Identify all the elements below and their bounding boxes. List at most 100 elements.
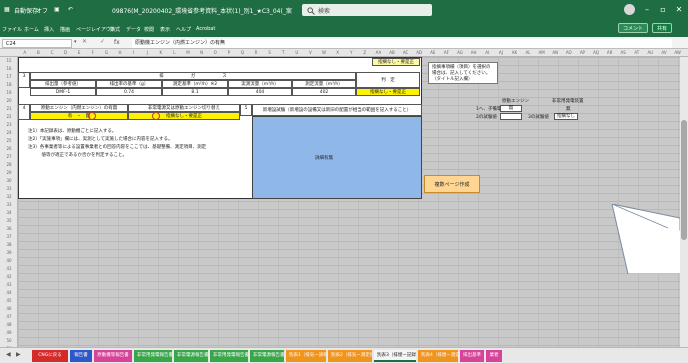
row-header[interactable]: 41 [0, 265, 18, 273]
right-row2-box[interactable] [500, 113, 522, 120]
column-header[interactable]: AD [412, 49, 426, 57]
ribbon-tab-2[interactable]: 挿入 [44, 26, 54, 33]
row-header[interactable]: 24 [0, 129, 18, 137]
maximize-button[interactable]: ▫ [656, 4, 670, 16]
section4-value-left[interactable]: 有 ・ 無 [30, 112, 128, 120]
right-row1-box[interactable]: 無 [500, 105, 522, 112]
column-header[interactable]: AS [616, 49, 630, 57]
sheet-tab-3[interactable]: 非常用発電報告書 [134, 350, 172, 362]
row-header[interactable]: 43 [0, 281, 18, 289]
create-multiple-pages-button[interactable]: 複数ページ作成 [424, 175, 480, 193]
section3-val2[interactable]: 0.74 [96, 88, 162, 96]
column-header[interactable]: V [304, 49, 318, 57]
column-header[interactable]: P [222, 49, 236, 57]
column-header[interactable]: H [113, 49, 127, 57]
row-header[interactable]: 16 [0, 65, 18, 73]
column-header[interactable]: X [331, 49, 345, 57]
row-header[interactable]: 15 [0, 57, 18, 65]
column-header[interactable]: AQ [589, 49, 603, 57]
top-judgment-cell[interactable]: 指摘なし・要是正 [372, 58, 420, 66]
column-header[interactable]: AT [630, 49, 644, 57]
minimize-button[interactable]: – [640, 4, 654, 16]
row-header[interactable]: 26 [0, 145, 18, 153]
row-header[interactable]: 37 [0, 233, 18, 241]
row-header[interactable]: 32 [0, 193, 18, 201]
enter-icon[interactable]: ✓ [100, 38, 105, 45]
share-button[interactable]: 共有 [652, 23, 673, 33]
sheet-tab-6[interactable]: 非常電源報告書 [250, 350, 284, 362]
row-header[interactable]: 19 [0, 89, 18, 97]
column-header[interactable]: AE [426, 49, 440, 57]
row-header[interactable]: 47 [0, 313, 18, 321]
column-header[interactable]: G [100, 49, 114, 57]
column-header[interactable]: S [263, 49, 277, 57]
name-box[interactable]: C24 [2, 39, 72, 48]
row-header[interactable]: 17 [0, 73, 18, 81]
ribbon-tab-8[interactable]: 表示 [160, 26, 170, 33]
row-header[interactable]: 34 [0, 209, 18, 217]
details-box[interactable]: 詳細有無 [252, 116, 422, 199]
row-header[interactable]: 50 [0, 337, 18, 345]
ribbon-tab-7[interactable]: 校閲 [144, 26, 154, 33]
comments-button[interactable]: コメント [618, 23, 649, 33]
callout-shape[interactable] [608, 204, 688, 274]
column-header[interactable]: I [127, 49, 141, 57]
sheet-tab-2[interactable]: 原動機等報告書 [94, 350, 132, 362]
tab-next-icon[interactable]: ▶ [16, 351, 21, 358]
row-header[interactable]: 35 [0, 217, 18, 225]
section3-val4[interactable]: 404 [228, 88, 292, 96]
column-header[interactable]: E [72, 49, 86, 57]
sheet-tab-1[interactable]: 報告書 [70, 350, 92, 362]
column-header[interactable]: AP [576, 49, 590, 57]
column-header[interactable]: AO [562, 49, 576, 57]
sheet-tab-8[interactable]: 別表2（排気ー測定値） [328, 350, 372, 362]
column-header[interactable]: AV [657, 49, 671, 57]
sheet-tab-12[interactable]: 業者 [486, 350, 502, 362]
column-header[interactable]: AK [508, 49, 522, 57]
column-header[interactable]: AN [548, 49, 562, 57]
undo-icon[interactable]: ↶ [68, 6, 73, 13]
row-header[interactable]: 27 [0, 153, 18, 161]
ribbon-tab-10[interactable]: Acrobat [196, 26, 215, 32]
column-header[interactable]: AU [644, 49, 658, 57]
column-header[interactable]: Y [344, 49, 358, 57]
column-header[interactable]: AM [535, 49, 549, 57]
row-header[interactable]: 36 [0, 225, 18, 233]
row-header[interactable]: 46 [0, 305, 18, 313]
section4-value-right[interactable]: 指摘なし・要是正 [128, 112, 240, 120]
autosave-toggle[interactable]: オフ [36, 6, 48, 15]
column-header[interactable]: M [181, 49, 195, 57]
column-header[interactable]: Z [358, 49, 372, 57]
row-header[interactable]: 42 [0, 273, 18, 281]
row-header[interactable]: 22 [0, 113, 18, 121]
column-header[interactable]: F [86, 49, 100, 57]
formula-input[interactable]: 原動機エンジン（内燃エンジン）の有無 [132, 39, 672, 48]
column-header[interactable]: AR [603, 49, 617, 57]
column-header[interactable]: AW [671, 49, 685, 57]
row-header[interactable]: 40 [0, 257, 18, 265]
column-header[interactable]: C [45, 49, 59, 57]
row-header[interactable]: 28 [0, 161, 18, 169]
row-header[interactable]: 33 [0, 201, 18, 209]
section3-val1[interactable]: DMF-1 [30, 88, 96, 96]
row-header[interactable]: 39 [0, 249, 18, 257]
column-header[interactable]: O [208, 49, 222, 57]
ribbon-tab-6[interactable]: データ [126, 26, 141, 33]
column-header[interactable]: K [154, 49, 168, 57]
row-header[interactable]: 31 [0, 185, 18, 193]
function-icon[interactable]: fx [114, 39, 120, 46]
sheet-tab-10[interactable]: 別表4（排煙ー測定値） [418, 350, 458, 362]
column-header[interactable]: A [18, 49, 32, 57]
chevron-down-icon[interactable]: ▾ [74, 39, 77, 45]
section3-judgment-dropdown[interactable]: 指摘なし・要是正 [356, 88, 420, 96]
column-header[interactable]: J [140, 49, 154, 57]
column-header[interactable]: Q [236, 49, 250, 57]
column-header[interactable]: AB [385, 49, 399, 57]
column-header[interactable]: W [317, 49, 331, 57]
sheet-tab-7[interactable]: 別表1（排気ー詳細表） [286, 350, 326, 362]
row-header[interactable]: 25 [0, 137, 18, 145]
sheet-tab-9[interactable]: 別表3（排煙ー記録表） [374, 350, 416, 362]
column-header[interactable]: R [249, 49, 263, 57]
sheet-tab-4[interactable]: 非常電源報告書 [174, 350, 208, 362]
row-header[interactable]: 18 [0, 81, 18, 89]
